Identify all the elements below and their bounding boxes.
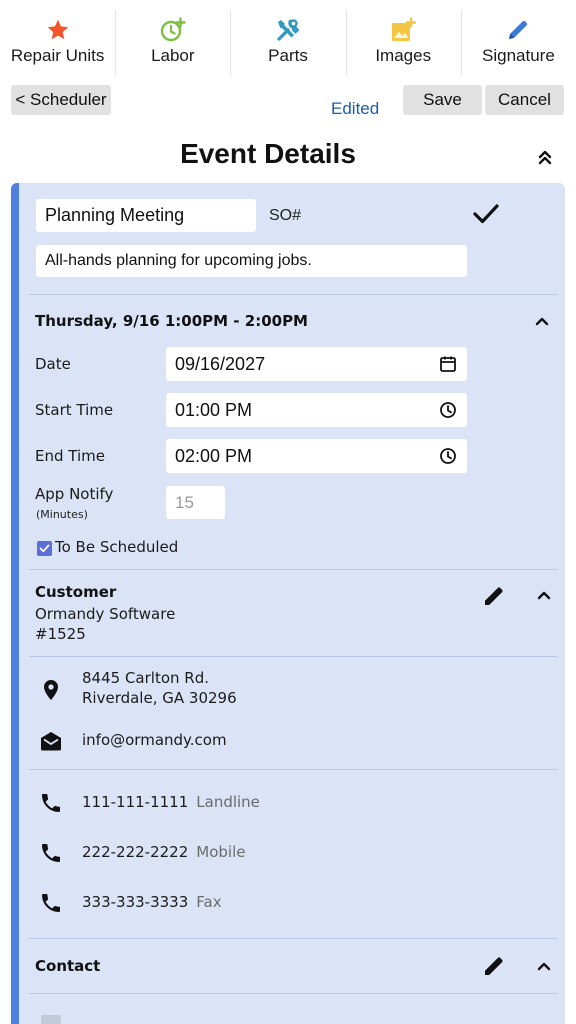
- labor-tab[interactable]: Labor: [115, 0, 230, 78]
- phone-number[interactable]: 222-222-2222: [82, 843, 188, 861]
- location-pin-icon: [44, 680, 58, 700]
- event-description-input[interactable]: All-hands planning for upcoming jobs.: [36, 245, 467, 277]
- phone-icon: [42, 844, 60, 862]
- phone-number[interactable]: 111-111-1111: [82, 793, 188, 811]
- calendar-icon[interactable]: [439, 355, 457, 373]
- back-to-scheduler-button[interactable]: < Scheduler: [11, 85, 111, 115]
- section-divider: [29, 938, 557, 939]
- parts-tab[interactable]: Parts: [230, 0, 345, 78]
- end-time-input[interactable]: 02:00 PM: [166, 439, 467, 473]
- card-accent-bar: [11, 183, 19, 1024]
- section-divider: [29, 656, 557, 657]
- phone-type: Mobile: [196, 843, 246, 861]
- clock-icon[interactable]: [439, 447, 457, 465]
- chevron-up-icon[interactable]: [536, 958, 552, 974]
- so-number-label: SO#: [269, 207, 302, 224]
- event-card: Planning Meeting SO# All-hands planning …: [11, 183, 565, 1024]
- edited-status: Edited: [331, 99, 380, 118]
- app-notify-label: App Notify: [35, 485, 114, 503]
- edit-customer-icon[interactable]: [482, 584, 506, 608]
- phone-number[interactable]: 333-333-3333: [82, 893, 188, 911]
- section-divider: [29, 769, 557, 770]
- phone-row[interactable]: 222-222-2222 Mobile: [82, 842, 245, 862]
- section-divider: [29, 569, 557, 570]
- start-time-value: 01:00 PM: [175, 399, 253, 420]
- page-title: Event Details: [180, 138, 356, 169]
- customer-number: #1525: [35, 625, 86, 643]
- start-time-input[interactable]: 01:00 PM: [166, 393, 467, 427]
- image-plus-icon: [389, 16, 417, 44]
- labor-label: Labor: [151, 46, 195, 65]
- start-time-label: Start Time: [35, 401, 114, 419]
- phone-type: Fax: [196, 893, 222, 911]
- to-be-scheduled-checkbox[interactable]: [37, 541, 52, 556]
- contact-heading: Contact: [35, 957, 101, 975]
- signature-label: Signature: [482, 46, 555, 65]
- star-icon: [44, 16, 72, 44]
- save-button[interactable]: Save: [403, 85, 482, 115]
- app-notify-input[interactable]: 15: [166, 486, 225, 519]
- contact-card-icon: [41, 1015, 61, 1024]
- customer-email[interactable]: info@ormandy.com: [82, 730, 227, 750]
- end-time-value: 02:00 PM: [175, 445, 253, 466]
- phone-row[interactable]: 111-111-1111 Landline: [82, 792, 260, 812]
- parts-label: Parts: [268, 46, 308, 65]
- repair-units-label: Repair Units: [10, 46, 105, 65]
- date-value: 09/16/2027: [175, 353, 266, 374]
- section-divider: [29, 993, 557, 994]
- customer-heading: Customer: [35, 583, 117, 601]
- address-line-1[interactable]: 8445 Carlton Rd.: [82, 668, 209, 688]
- address-line-2[interactable]: Riverdale, GA 30296: [82, 688, 237, 708]
- phone-icon: [42, 794, 60, 812]
- tools-icon: [274, 16, 302, 44]
- event-title-input[interactable]: Planning Meeting: [36, 199, 256, 232]
- app-notify-unit-label: (Minutes): [36, 508, 88, 521]
- email-icon: [41, 732, 61, 751]
- phone-icon: [42, 894, 60, 912]
- repair-units-tab[interactable]: Repair Units: [0, 0, 115, 78]
- date-input[interactable]: 09/16/2027: [166, 347, 467, 381]
- pencil-icon: [504, 16, 532, 44]
- checkbox-check-icon: [39, 544, 50, 553]
- phone-row[interactable]: 333-333-3333 Fax: [82, 892, 222, 912]
- chevron-up-icon[interactable]: [534, 313, 550, 329]
- customer-name: Ormandy Software: [35, 605, 176, 623]
- double-chevron-up-icon[interactable]: [536, 148, 554, 166]
- to-be-scheduled-label[interactable]: To Be Scheduled: [55, 538, 178, 556]
- clock-plus-icon: [159, 16, 187, 44]
- signature-tab[interactable]: Signature: [460, 0, 576, 78]
- edit-contact-icon[interactable]: [482, 954, 506, 978]
- end-time-label: End Time: [35, 447, 105, 465]
- cancel-button[interactable]: Cancel: [485, 85, 564, 115]
- event-time-summary: Thursday, 9/16 1:00PM - 2:00PM: [35, 312, 308, 330]
- images-tab[interactable]: Images: [345, 0, 461, 78]
- clock-icon[interactable]: [439, 401, 457, 419]
- checkmark-icon[interactable]: [473, 203, 499, 225]
- phone-type: Landline: [196, 793, 260, 811]
- chevron-up-icon[interactable]: [536, 587, 552, 603]
- images-label: Images: [375, 46, 432, 65]
- date-label: Date: [35, 355, 71, 373]
- toolbar: Repair Units Labor Parts Images Signatur…: [0, 0, 576, 78]
- section-divider: [29, 294, 557, 295]
